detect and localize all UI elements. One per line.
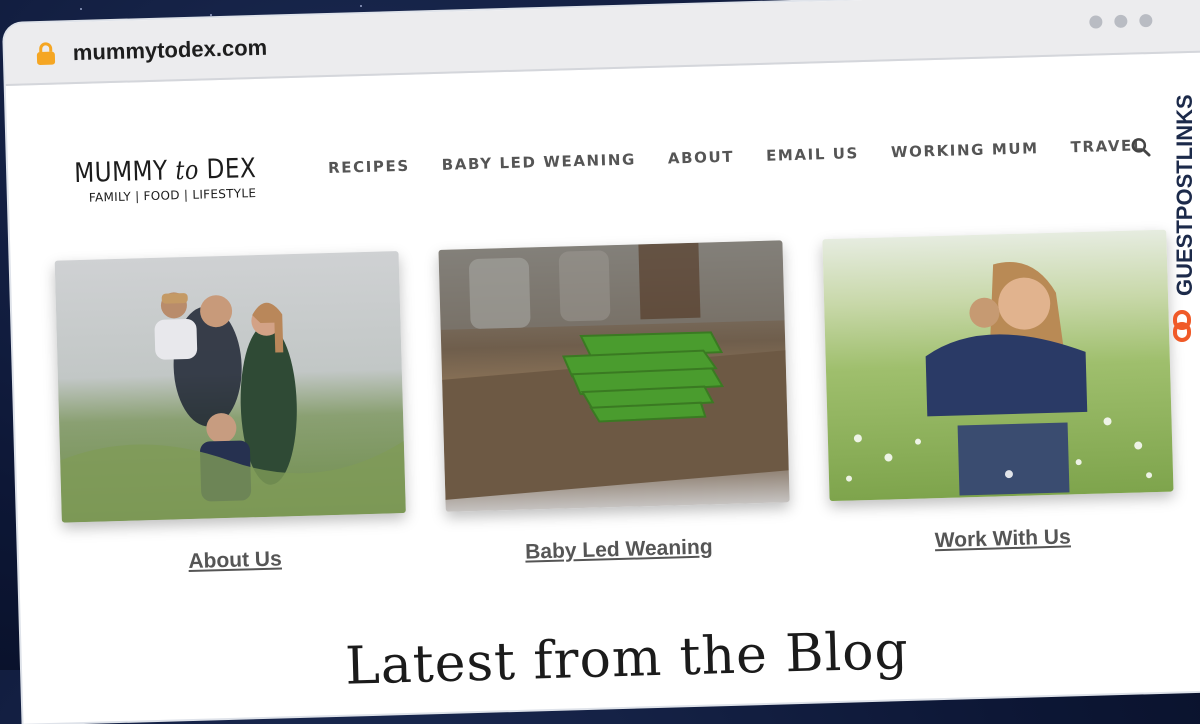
browser-window: mummytodex.com MUMMY to DEX FAMILY | FOO… xyxy=(4,0,1200,724)
address-bar-url[interactable]: mummytodex.com xyxy=(72,35,267,66)
nav-item-email-us[interactable]: EMAIL US xyxy=(766,144,859,165)
nav-item-about[interactable]: ABOUT xyxy=(668,148,735,168)
window-controls xyxy=(1089,13,1153,29)
main-navigation: RECIPES BABY LED WEANING ABOUT EMAIL US … xyxy=(328,136,1144,177)
window-dot-icon[interactable] xyxy=(1139,13,1153,28)
family-in-meadow-photo[interactable] xyxy=(54,251,406,523)
logo-wordmark: MUMMY to DEX xyxy=(73,153,257,190)
nav-item-recipes[interactable]: RECIPES xyxy=(328,157,410,177)
card-work-with-us: Work With Us xyxy=(822,229,1176,557)
work-with-us-link[interactable]: Work With Us xyxy=(831,523,1176,557)
nav-item-working-mum[interactable]: WORKING MUM xyxy=(891,139,1039,161)
card-about-us: About Us xyxy=(54,251,408,578)
green-pancakes-photo[interactable] xyxy=(438,240,790,512)
search-icon[interactable] xyxy=(1130,136,1153,159)
logo-tagline: FAMILY | FOOD | LIFESTYLE xyxy=(88,186,257,205)
baby-led-weaning-link[interactable]: Baby Led Weaning xyxy=(447,533,792,567)
card-baby-led-weaning: Baby Led Weaning xyxy=(438,240,791,566)
about-us-link[interactable]: About Us xyxy=(63,544,408,578)
nav-item-baby-led-weaning[interactable]: BABY LED WEANING xyxy=(441,150,636,173)
mother-hugging-child-photo[interactable] xyxy=(822,229,1174,502)
website-content: MUMMY to DEX FAMILY | FOOD | LIFESTYLE R… xyxy=(6,52,1200,724)
window-dot-icon[interactable] xyxy=(1089,15,1103,29)
watermark-text: GUESTPOSTLINKS xyxy=(1172,94,1197,296)
link-chain-icon xyxy=(1173,310,1191,342)
section-heading-blog: Latest from the Blog xyxy=(344,620,910,697)
guestpostlinks-watermark: GUESTPOSTLINKS xyxy=(1172,94,1197,342)
site-logo[interactable]: MUMMY to DEX FAMILY | FOOD | LIFESTYLE xyxy=(74,152,287,205)
lock-icon xyxy=(36,42,56,66)
window-dot-icon[interactable] xyxy=(1114,14,1128,28)
